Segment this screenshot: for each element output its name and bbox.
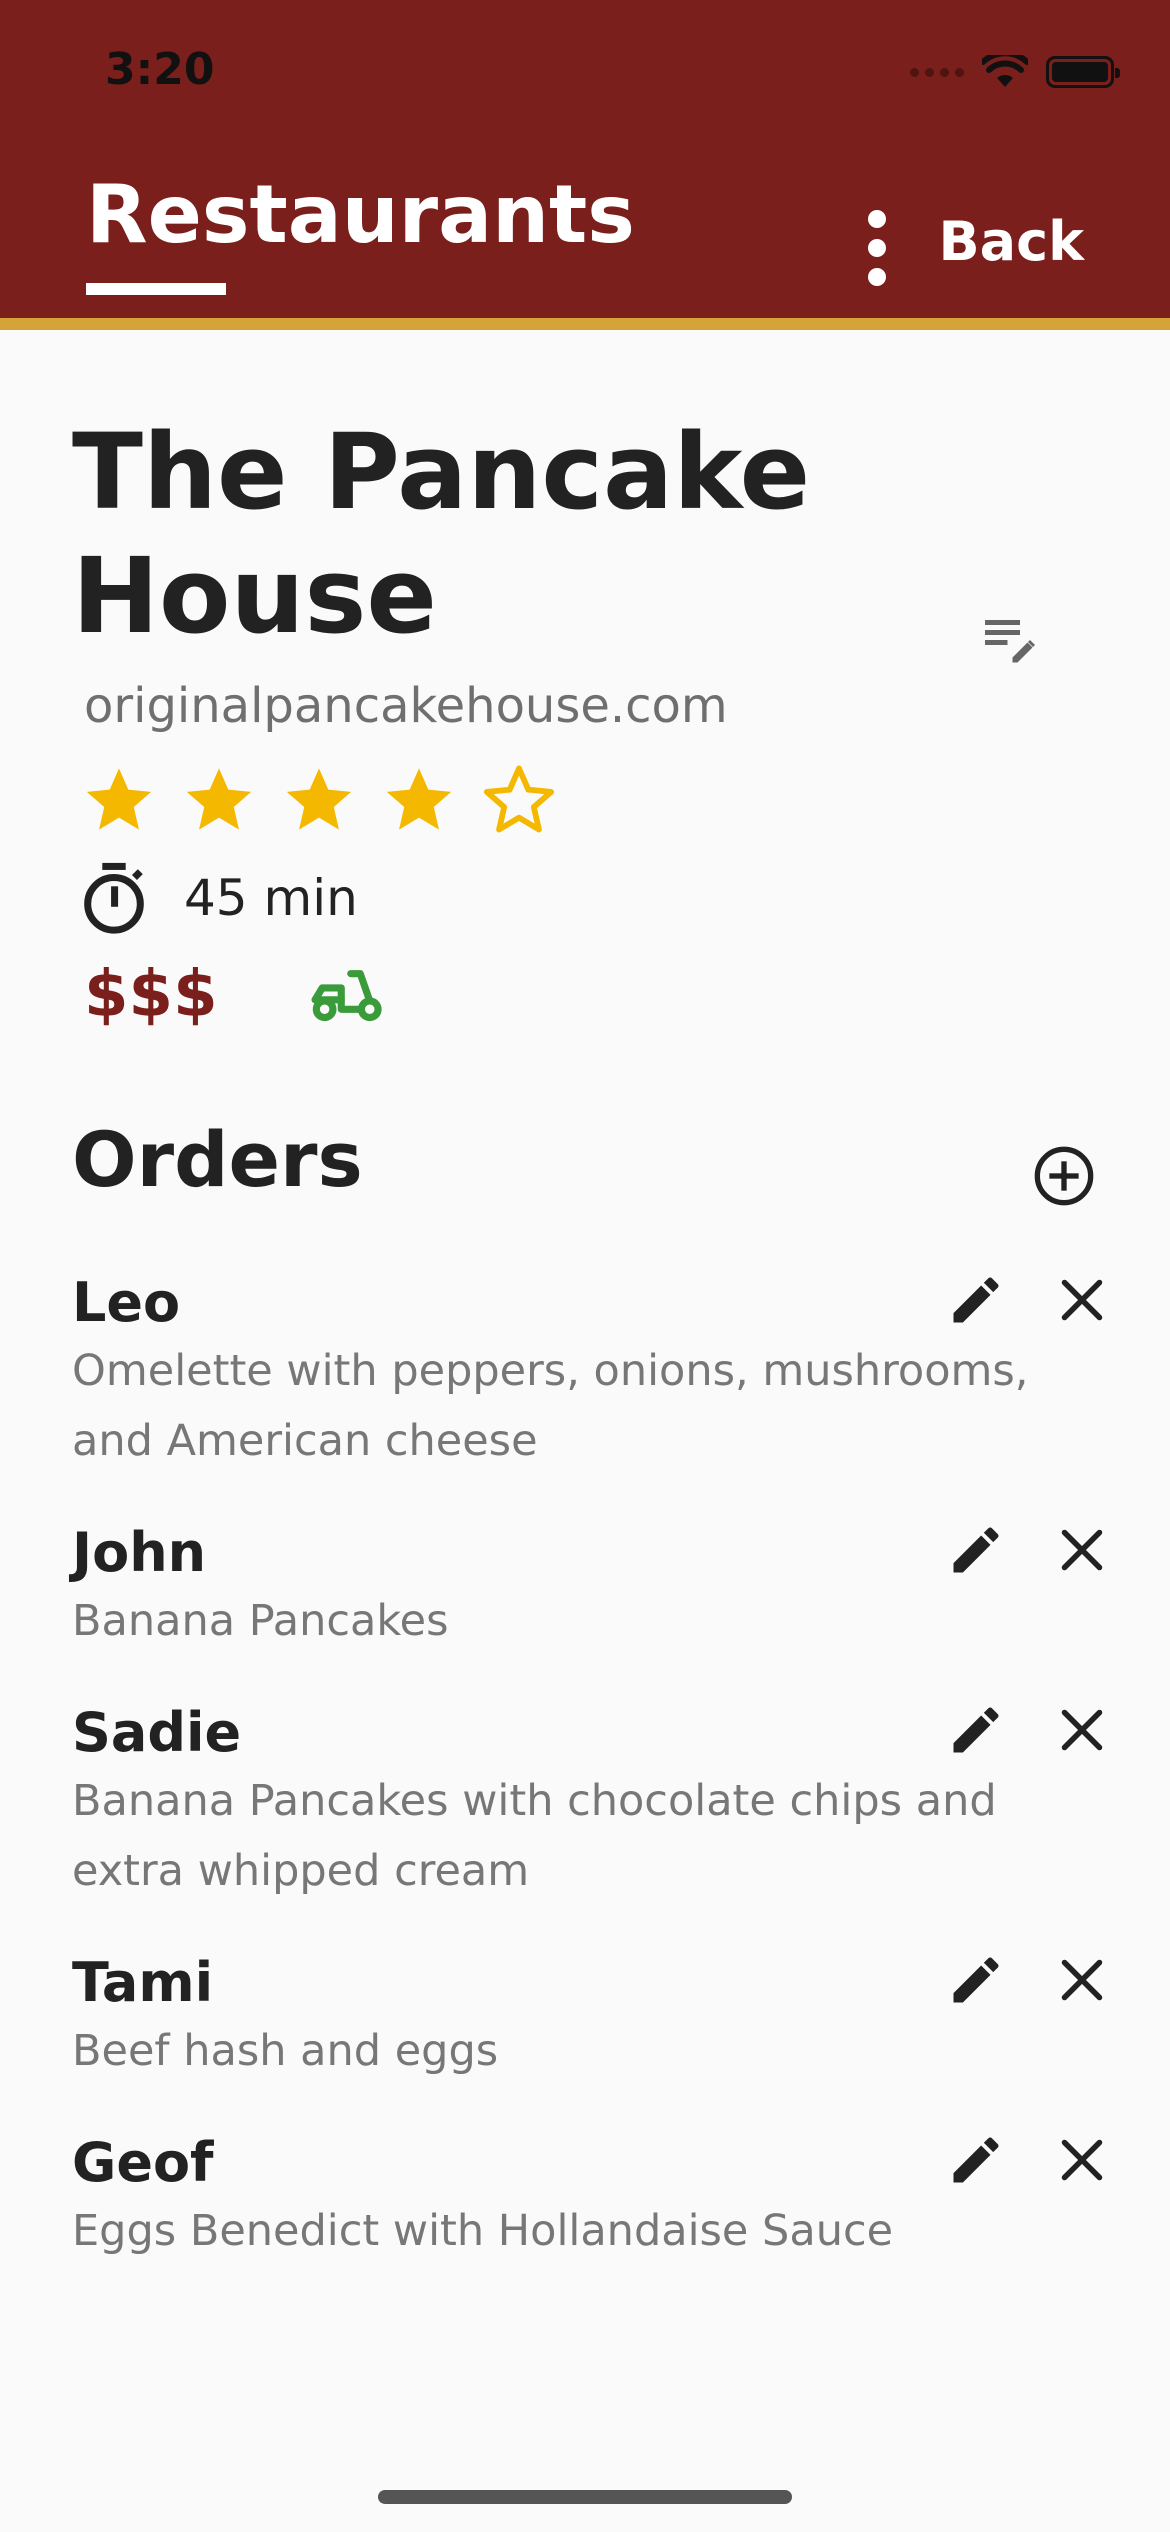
restaurant-name: The Pancake House bbox=[72, 411, 811, 657]
edit-pencil-icon[interactable] bbox=[946, 1950, 1006, 2010]
order-actions bbox=[946, 2130, 1112, 2190]
delete-close-icon[interactable] bbox=[1052, 1700, 1112, 1760]
edit-pencil-icon[interactable] bbox=[946, 1270, 1006, 1330]
delete-close-icon[interactable] bbox=[1052, 2130, 1112, 2190]
star-filled-icon[interactable] bbox=[380, 762, 458, 836]
timer-icon bbox=[84, 862, 144, 934]
prep-time-text: 45 min bbox=[184, 869, 358, 927]
add-order-icon[interactable] bbox=[1032, 1144, 1096, 1208]
back-button[interactable]: Back bbox=[938, 210, 1084, 273]
delete-close-icon[interactable] bbox=[1052, 1950, 1112, 2010]
star-filled-icon[interactable] bbox=[80, 762, 158, 836]
price-level: $$$ bbox=[84, 958, 218, 1032]
order-actions bbox=[946, 1520, 1112, 1580]
order-item: Tami Beef hash and eggs bbox=[72, 1950, 1112, 2086]
edit-pencil-icon[interactable] bbox=[946, 2130, 1006, 2190]
status-time: 3:20 bbox=[105, 44, 215, 95]
prep-time: 45 min bbox=[78, 860, 358, 936]
active-tab-indicator bbox=[86, 283, 226, 295]
delivery-scooter-icon bbox=[311, 970, 382, 1022]
order-item: Leo Omelette with peppers, onions, mushr… bbox=[72, 1270, 1112, 1476]
order-description: Banana Pancakes with chocolate chips and… bbox=[72, 1776, 997, 1896]
star-filled-icon[interactable] bbox=[280, 762, 358, 836]
star-filled-icon[interactable] bbox=[180, 762, 258, 836]
tab-restaurants[interactable]: Restaurants bbox=[86, 168, 635, 261]
app-screen: 3:20 Restaurants Back The Pancake House … bbox=[0, 0, 1170, 2532]
order-item: John Banana Pancakes bbox=[72, 1520, 1112, 1656]
edit-pencil-icon[interactable] bbox=[946, 1700, 1006, 1760]
order-description: Beef hash and eggs bbox=[72, 2026, 499, 2076]
cellular-signal-icon bbox=[910, 67, 964, 77]
restaurant-website[interactable]: originalpancakehouse.com bbox=[84, 678, 728, 734]
home-indicator[interactable] bbox=[378, 2490, 792, 2504]
star-empty-icon[interactable] bbox=[480, 762, 558, 836]
more-options-icon[interactable] bbox=[862, 210, 892, 286]
order-actions bbox=[946, 1950, 1112, 2010]
status-icons bbox=[910, 52, 1120, 92]
app-header: 3:20 Restaurants Back bbox=[0, 0, 1170, 330]
orders-heading: Orders bbox=[72, 1115, 363, 1204]
price-delivery-row: $$$ bbox=[84, 958, 384, 1032]
edit-notes-icon[interactable] bbox=[980, 610, 1040, 670]
wifi-icon bbox=[982, 55, 1028, 87]
order-item: Sadie Banana Pancakes with chocolate chi… bbox=[72, 1700, 1112, 1906]
order-actions bbox=[946, 1270, 1112, 1330]
delete-close-icon[interactable] bbox=[1052, 1520, 1112, 1580]
order-description: Omelette with peppers, onions, mushrooms… bbox=[72, 1346, 1029, 1466]
delete-close-icon[interactable] bbox=[1052, 1270, 1112, 1330]
order-description: Eggs Benedict with Hollandaise Sauce bbox=[72, 2206, 894, 2256]
star-rating[interactable] bbox=[80, 762, 558, 836]
order-actions bbox=[946, 1700, 1112, 1760]
battery-icon bbox=[1046, 56, 1120, 88]
order-description: Banana Pancakes bbox=[72, 1596, 449, 1646]
order-item: Geof Eggs Benedict with Hollandaise Sauc… bbox=[72, 2130, 1112, 2266]
edit-pencil-icon[interactable] bbox=[946, 1520, 1006, 1580]
